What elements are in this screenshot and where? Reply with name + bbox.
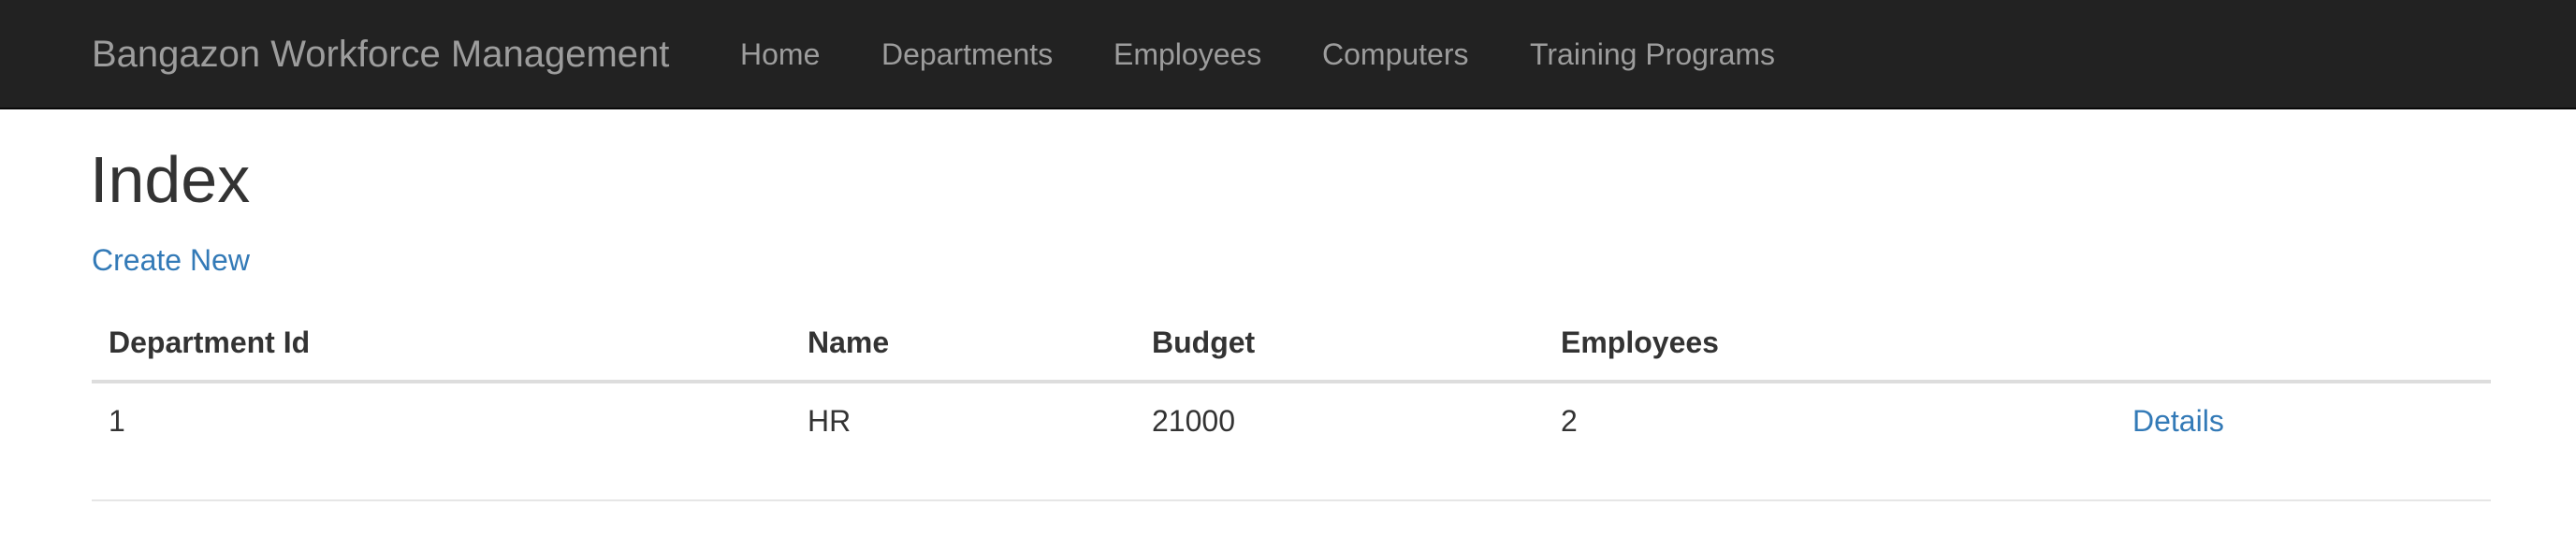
navbar: Bangazon Workforce Management Home Depar… <box>0 0 2576 109</box>
row-divider <box>92 499 2491 501</box>
nav-link-home[interactable]: Home <box>740 36 820 73</box>
brand-link[interactable]: Bangazon Workforce Management <box>92 32 669 77</box>
header-employees: Employees <box>1561 325 1719 359</box>
header-divider <box>92 380 2491 383</box>
header-department-id: Department Id <box>109 325 311 359</box>
nav-link-computers[interactable]: Computers <box>1322 36 1469 73</box>
nav-link-departments[interactable]: Departments <box>881 36 1053 73</box>
header-name: Name <box>808 325 890 359</box>
cell-name: HR <box>808 404 851 438</box>
nav-link-employees[interactable]: Employees <box>1113 36 1261 73</box>
cell-employees: 2 <box>1561 404 1578 438</box>
create-new-link[interactable]: Create New <box>92 241 250 279</box>
cell-department-id: 1 <box>109 404 125 438</box>
header-budget: Budget <box>1152 325 1256 359</box>
page-title: Index <box>90 143 251 216</box>
nav-link-training-programs[interactable]: Training Programs <box>1530 36 1775 73</box>
cell-budget: 21000 <box>1152 404 1235 438</box>
details-link[interactable]: Details <box>2132 402 2224 440</box>
